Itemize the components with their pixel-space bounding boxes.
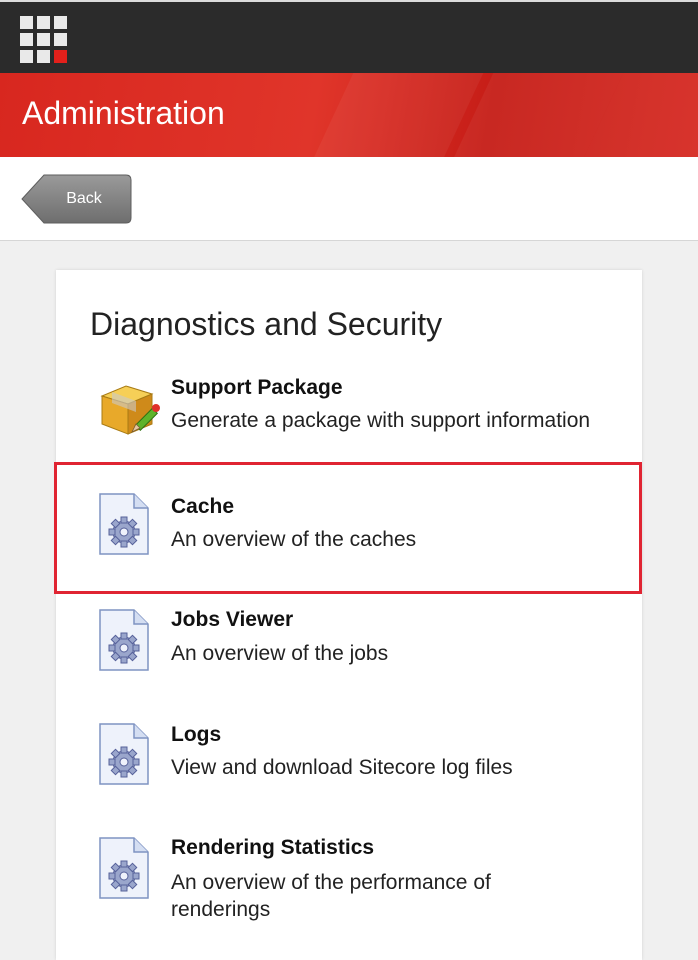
item-title: Support Package bbox=[171, 376, 343, 399]
item-description: View and download Sitecore log files bbox=[171, 756, 513, 779]
item-cache[interactable]: Cache An overview of the caches bbox=[56, 480, 642, 590]
item-description: An overview of the performance of render… bbox=[171, 871, 491, 921]
item-rendering-statistics[interactable]: Rendering Statistics An overview of the … bbox=[56, 832, 642, 942]
panel-title: Diagnostics and Security bbox=[90, 306, 443, 342]
item-description: Generate a package with support informat… bbox=[171, 409, 591, 432]
item-description: An overview of the jobs bbox=[171, 642, 389, 665]
item-jobs-viewer[interactable]: Jobs Viewer An overview of the jobs bbox=[56, 604, 642, 704]
package-icon bbox=[96, 376, 160, 438]
gear-document-icon bbox=[96, 722, 152, 785]
back-button-label: Back bbox=[66, 190, 102, 207]
page-header: Administration bbox=[0, 73, 698, 157]
item-title: Logs bbox=[171, 723, 222, 746]
gear-document-icon bbox=[96, 492, 152, 555]
item-title: Cache bbox=[171, 495, 235, 518]
gear-document-icon bbox=[96, 608, 152, 671]
gear-document-icon bbox=[96, 836, 152, 899]
top-bar bbox=[0, 0, 698, 73]
back-button[interactable]: Back bbox=[20, 174, 132, 224]
item-description: An overview of the caches bbox=[171, 528, 417, 551]
app-launcher-icon[interactable] bbox=[20, 16, 67, 63]
item-title: Rendering Statistics bbox=[171, 836, 375, 859]
item-support-package[interactable]: Support Package Generate a package with … bbox=[56, 370, 642, 462]
diagnostics-panel: Diagnostics and Security Support Package… bbox=[56, 270, 642, 960]
item-title: Jobs Viewer bbox=[171, 608, 294, 631]
page-title: Administration bbox=[22, 95, 225, 131]
toolbar: Back bbox=[0, 157, 698, 241]
item-logs[interactable]: Logs View and download Sitecore log file… bbox=[56, 718, 642, 818]
